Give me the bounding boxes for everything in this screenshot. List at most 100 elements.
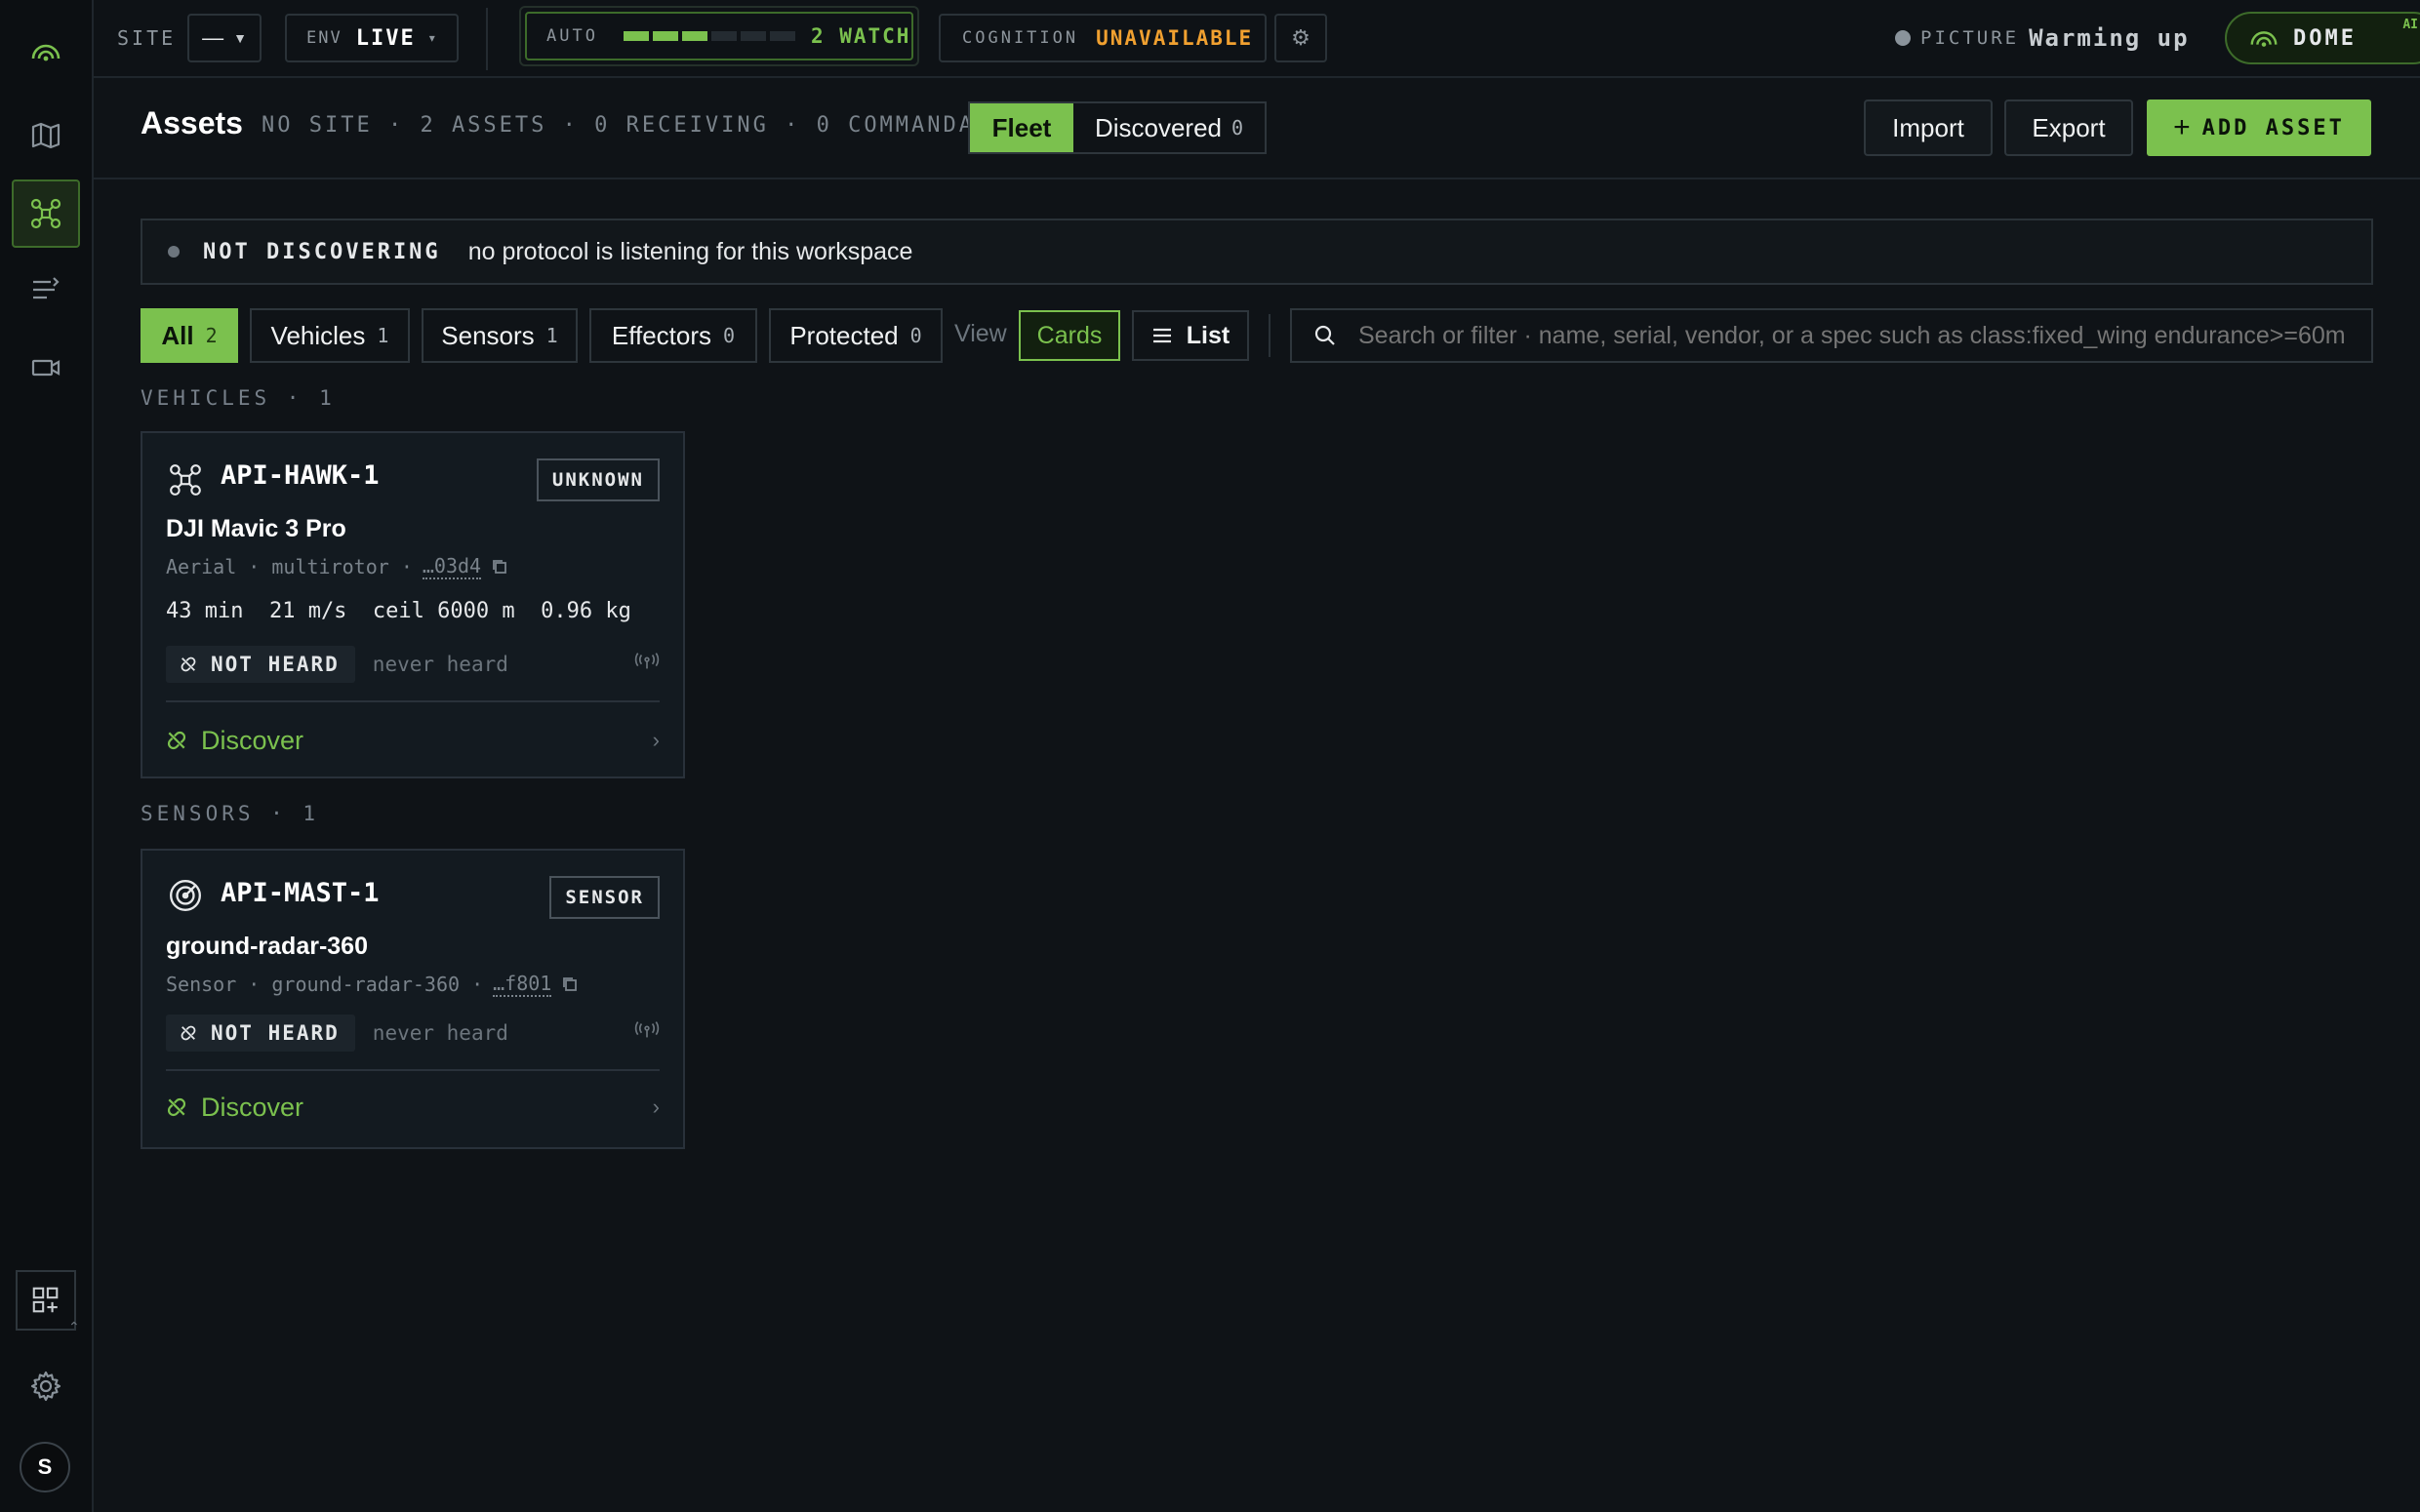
dome-icon: [2250, 31, 2278, 47]
missions-list-icon[interactable]: [12, 256, 80, 324]
search-box[interactable]: [1290, 308, 2373, 363]
dome-ai-button[interactable]: DOME AI: [2225, 12, 2420, 64]
settings-gear-icon[interactable]: [12, 1352, 80, 1420]
status-badge: SENSOR: [549, 876, 660, 919]
link-status-label: NOT HEARD: [211, 653, 340, 676]
filter-effectors[interactable]: Effectors 0: [589, 308, 757, 363]
watch-count: 2 WATCH: [810, 24, 911, 48]
asset-serial: …f801: [493, 972, 552, 997]
resize-chevrons-icon: ⌃: [68, 1319, 80, 1334]
asset-specs: 43 min 21 m/s ceil 6000 m 0.96 kg: [166, 599, 631, 623]
discover-action[interactable]: Discover ›: [166, 1083, 660, 1132]
filter-vehicles-count: 1: [377, 324, 389, 347]
asset-model: ground-radar-360: [166, 933, 368, 960]
env-value: LIVE: [355, 25, 416, 51]
filter-all-count: 2: [205, 324, 218, 347]
copy-icon[interactable]: [491, 558, 508, 576]
dome-logo-icon[interactable]: [12, 20, 80, 88]
discover-label: Discover: [201, 1092, 304, 1122]
filter-all-label: All: [161, 320, 194, 350]
picture-label: PICTURE: [1920, 27, 2020, 49]
asset-serial: …03d4: [422, 554, 482, 579]
tab-discovered[interactable]: Discovered 0: [1073, 103, 1265, 152]
filter-protected-label: Protected: [789, 320, 899, 350]
page-title: Assets: [141, 105, 243, 140]
tab-discovered-label: Discovered: [1094, 112, 1222, 142]
picture-value: Warming up: [2029, 24, 2190, 52]
link-status-row: NOT HEARD never heard: [166, 1015, 508, 1052]
filter-sensors-label: Sensors: [441, 320, 535, 350]
asset-card-vehicle[interactable]: API-HAWK-1 UNKNOWN DJI Mavic 3 Pro Aeria…: [141, 431, 685, 778]
cognition-label: COGNITION: [962, 28, 1079, 48]
add-asset-label: ADD ASSET: [2201, 115, 2345, 140]
assets-nav-drone-icon[interactable]: [12, 179, 80, 248]
fleet-discovered-tabs: Fleet Discovered 0: [968, 101, 1267, 154]
view-label: View: [954, 320, 1007, 347]
last-heard: never heard: [372, 1021, 508, 1045]
discover-action[interactable]: Discover ›: [166, 716, 660, 765]
antenna-signal-icon: [634, 653, 660, 669]
last-heard: never heard: [372, 653, 508, 676]
filter-vehicles-label: Vehicles: [270, 320, 366, 350]
site-value: —: [202, 25, 224, 50]
asset-summary: NO SITE · 2 ASSETS · 0 RECEIVING · 0 COM…: [262, 113, 1023, 138]
filter-sensors-count: 1: [545, 324, 558, 347]
copy-icon[interactable]: [561, 975, 579, 993]
add-widget-icon: [32, 1287, 59, 1313]
auto-watch-toggle[interactable]: AUTO 2 WATCH: [525, 12, 913, 60]
autonomy-level-meter: [623, 31, 795, 41]
gear-icon: ⚙: [1291, 25, 1311, 50]
filter-protected-count: 0: [909, 324, 922, 347]
search-icon: [1314, 325, 1335, 345]
site-select[interactable]: — ▼: [187, 14, 262, 62]
plus-icon: +: [2173, 111, 2191, 143]
asset-model: DJI Mavic 3 Pro: [166, 515, 346, 542]
user-avatar[interactable]: S: [20, 1442, 70, 1492]
import-button[interactable]: Import: [1864, 99, 1993, 156]
export-button[interactable]: Export: [2004, 99, 2133, 156]
tab-fleet[interactable]: Fleet: [970, 103, 1073, 152]
map-icon[interactable]: [12, 101, 80, 170]
asset-meta-text: Sensor · ground-radar-360 ·: [166, 973, 484, 996]
divider: [486, 8, 488, 70]
filter-effectors-label: Effectors: [611, 320, 712, 350]
search-input[interactable]: [1356, 320, 2371, 351]
tab-discovered-count: 0: [1231, 116, 1244, 139]
add-widget-button[interactable]: [16, 1270, 76, 1331]
link-status-label: NOT HEARD: [211, 1021, 340, 1045]
antenna-signal-icon: [634, 1021, 660, 1038]
add-asset-button[interactable]: + ADD ASSET: [2147, 99, 2371, 156]
asset-name: API-MAST-1: [221, 878, 380, 908]
cognition-settings-button[interactable]: ⚙: [1274, 14, 1327, 62]
view-cards-button[interactable]: Cards: [1019, 310, 1120, 361]
link-broken-icon: [167, 731, 186, 750]
link-status-chip: NOT HEARD: [166, 646, 355, 683]
status-dot-icon: [1895, 30, 1911, 46]
view-list-button[interactable]: List: [1132, 310, 1249, 361]
chevron-right-icon: ›: [652, 728, 660, 752]
env-select[interactable]: ENV LIVE ▾: [285, 14, 459, 62]
filter-protected[interactable]: Protected 0: [769, 308, 943, 363]
list-icon: [1152, 328, 1171, 343]
top-bar: SITE — ▼ ENV LIVE ▾ AUTO 2 WATCH COGNITI…: [94, 0, 2420, 78]
ai-superscript: AI: [2402, 18, 2418, 32]
chevron-down-icon: ▼: [233, 30, 247, 46]
filter-sensors[interactable]: Sensors 1: [422, 308, 578, 363]
status-dot-icon: [168, 246, 180, 258]
view-list-label: List: [1186, 321, 1230, 349]
chevron-down-icon: ▾: [428, 31, 435, 45]
filter-vehicles[interactable]: Vehicles 1: [250, 308, 410, 363]
drone-icon: [170, 464, 201, 496]
asset-card-sensor[interactable]: API-MAST-1 SENSOR ground-radar-360 Senso…: [141, 849, 685, 1149]
page-header: Assets NO SITE · 2 ASSETS · 0 RECEIVING …: [94, 78, 2420, 179]
picture-status: PICTURE Warming up: [1895, 0, 2190, 76]
status-badge: UNKNOWN: [536, 458, 660, 501]
asset-name: API-HAWK-1: [221, 460, 380, 491]
divider: [166, 1069, 660, 1071]
cognition-status[interactable]: COGNITION UNAVAILABLE: [939, 14, 1267, 62]
discovery-banner: NOT DISCOVERING no protocol is listening…: [141, 219, 2373, 285]
link-broken-icon: [181, 657, 196, 672]
discovery-status: NOT DISCOVERING: [203, 239, 441, 264]
filter-all[interactable]: All 2: [141, 308, 238, 363]
video-camera-icon[interactable]: [12, 334, 80, 402]
